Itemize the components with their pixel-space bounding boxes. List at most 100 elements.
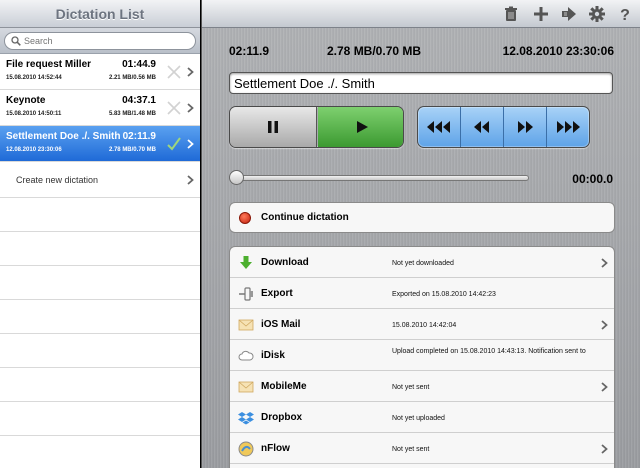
dictation-duration: 04:37.1 [122, 95, 156, 106]
export-status: Not yet sent [392, 384, 430, 391]
dictation-date: 15.08.2010 14:52:44 [6, 75, 62, 81]
close-x-icon[interactable] [166, 64, 182, 80]
dictation-row[interactable]: File request Miller 01:44.9 15.08.2010 1… [0, 54, 200, 90]
empty-list-row [0, 368, 200, 402]
slider-track [235, 175, 529, 181]
continue-dictation-button[interactable]: Continue dictation [229, 202, 615, 233]
export-row-dropbox[interactable]: Dropbox Not yet uploaded [230, 402, 614, 433]
export-status: Exported on 15.08.2010 14:42:23 [392, 291, 496, 298]
fast-forward-button[interactable] [504, 107, 547, 147]
trash-icon[interactable] [502, 5, 520, 23]
share-icon[interactable] [560, 5, 578, 23]
pause-button[interactable] [230, 107, 317, 147]
skip-to-end-button[interactable] [547, 107, 589, 147]
empty-list-row [0, 198, 200, 232]
triple-rewind-icon [427, 121, 450, 133]
dictation-name: Settlement Doe ./. Smith [6, 131, 121, 142]
dictation-duration: 01:44.9 [122, 59, 156, 70]
search-box[interactable] [4, 32, 196, 50]
rewind-button[interactable] [461, 107, 504, 147]
export-row-idisk[interactable]: iDisk Upload completed on 15.08.2010 14:… [230, 340, 614, 371]
create-new-dictation-row[interactable]: Create new dictation [0, 162, 200, 198]
export-name: iOS Mail [261, 319, 301, 330]
empty-list-row [0, 436, 200, 468]
chevron-right-icon [601, 382, 608, 392]
help-icon[interactable]: ? [616, 5, 634, 23]
play-button[interactable] [318, 107, 403, 147]
rewind-icon [474, 121, 489, 133]
export-name: MobileMe [261, 381, 307, 392]
fast-forward-icon [518, 121, 533, 133]
plus-icon[interactable] [532, 5, 550, 23]
skip-to-start-button[interactable] [418, 107, 461, 147]
export-name: Dropbox [261, 412, 303, 423]
chevron-right-icon [187, 175, 194, 185]
export-row-export[interactable]: Export Exported on 15.08.2010 14:42:23 [230, 278, 614, 309]
dictation-size: 2.21 MB/0.56 MB [108, 75, 156, 81]
dictation-size: 2.78 MB/0.70 MB [108, 147, 156, 153]
download-arrow-icon [240, 256, 252, 269]
export-status: Not yet sent [392, 446, 430, 453]
export-row-ios-mail[interactable]: iOS Mail 15.08.2010 14:42:04 [230, 309, 614, 340]
dictation-row-selected[interactable]: Settlement Doe ./. Smith 02:11.9 12.08.2… [0, 126, 200, 162]
checkmark-icon[interactable] [166, 136, 182, 152]
duration-label: 02:11.9 [229, 44, 270, 58]
chevron-right-icon [601, 320, 608, 330]
export-row-nflow[interactable]: nFlow Not yet sent [230, 433, 614, 464]
dictation-date: 12.08.2010 23:30:06 [6, 147, 62, 153]
cloud-icon [238, 350, 254, 361]
continue-dictation-label: Continue dictation [261, 212, 349, 223]
export-status: 15.08.2010 14:42:04 [392, 322, 457, 329]
mail-envelope-icon [238, 319, 254, 331]
dictation-list-panel: Dictation List File request Miller 01:44… [0, 0, 200, 468]
navigation-controls [417, 106, 590, 148]
size-label: 2.78 MB/0.70 MB [327, 44, 422, 58]
panel-title: Dictation List [0, 0, 200, 28]
record-dot-icon [239, 212, 251, 224]
toolbar: ? [202, 0, 640, 28]
close-x-icon[interactable] [166, 100, 182, 116]
chevron-right-icon [187, 139, 194, 149]
export-name: iDisk [261, 350, 285, 361]
export-name: nFlow [261, 443, 290, 454]
empty-list-row [0, 300, 200, 334]
datetime-label: 12.08.2010 23:30:06 [502, 44, 614, 58]
create-new-dictation-label: Create new dictation [16, 175, 99, 185]
dropbox-icon [238, 412, 254, 425]
dictation-duration: 02:11.9 [122, 131, 156, 142]
play-icon [357, 121, 368, 133]
pause-icon [268, 121, 278, 133]
dictation-size: 5.83 MB/1.48 MB [108, 111, 156, 117]
dictation-row[interactable]: Keynote 04:37.1 15.08.2010 14:50:11 5.83… [0, 90, 200, 126]
slider-thumb[interactable] [229, 170, 244, 185]
chevron-right-icon [601, 258, 608, 268]
empty-list-row [0, 402, 200, 436]
search-bar [0, 28, 200, 54]
dictation-name: File request Miller [6, 59, 92, 70]
dictation-title-field[interactable] [229, 72, 613, 94]
export-row-mobileme[interactable]: MobileMe Not yet sent [230, 371, 614, 402]
playback-position-slider[interactable] [229, 170, 531, 186]
export-options-list: Download Not yet downloaded Export Expor… [229, 246, 615, 468]
record-controls [229, 106, 404, 148]
triple-fast-forward-icon [557, 121, 580, 133]
gear-icon[interactable] [588, 5, 606, 23]
chevron-right-icon [187, 103, 194, 113]
chevron-right-icon [187, 67, 194, 77]
export-status: Not yet uploaded [392, 415, 445, 422]
export-connector-icon [239, 287, 253, 301]
search-input[interactable] [24, 34, 184, 48]
empty-list-row [0, 266, 200, 300]
export-name: Download [261, 257, 309, 268]
dictation-date: 15.08.2010 14:50:11 [6, 111, 62, 117]
dictation-name: Keynote [6, 95, 46, 106]
search-icon [11, 36, 21, 46]
nflow-icon [238, 441, 254, 457]
empty-list-row [0, 232, 200, 266]
empty-list-row [0, 334, 200, 368]
export-row-download[interactable]: Download Not yet downloaded [230, 247, 614, 278]
export-status: Not yet downloaded [392, 260, 454, 267]
mail-envelope-icon [238, 381, 254, 393]
svg-text:?: ? [620, 7, 630, 23]
dictation-detail-panel: ? 02:11.9 2.78 MB/0.70 MB 12.08.2010 23:… [201, 0, 640, 468]
